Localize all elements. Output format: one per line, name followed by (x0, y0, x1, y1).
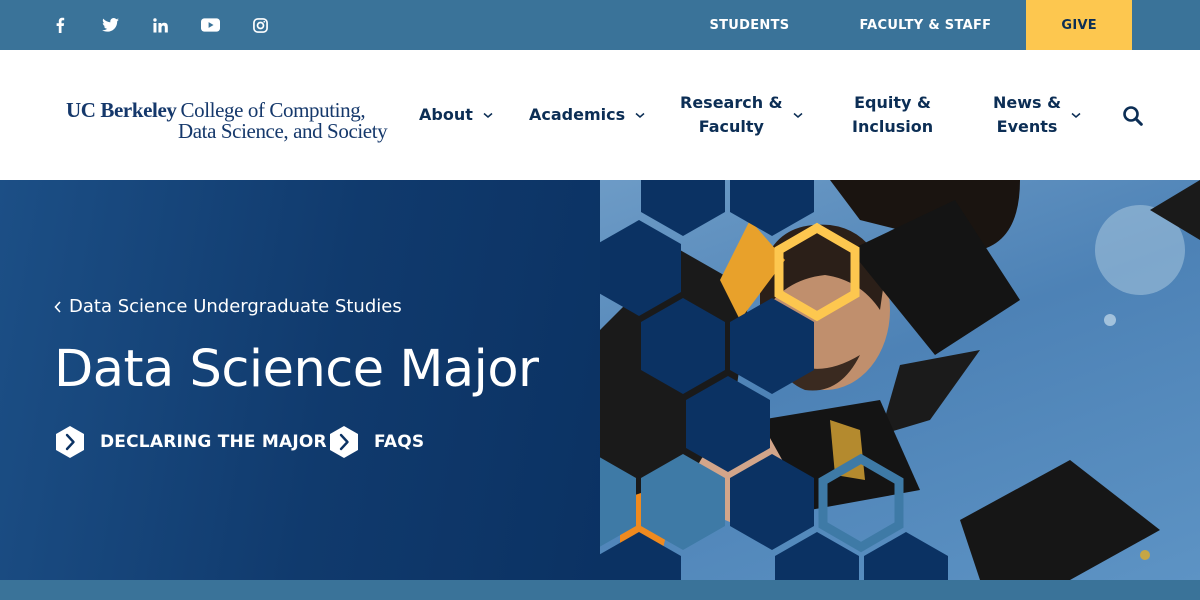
page-title: Data Science Major (54, 340, 539, 399)
chevron-down-icon (793, 112, 803, 119)
nav-news-events[interactable]: News & Events (993, 50, 1081, 180)
nav-research-label: Research & Faculty (680, 91, 783, 139)
nav-equity-label: Equity & Inclusion (852, 91, 933, 139)
nav-research-line2: Faculty (698, 117, 764, 136)
faqs-label: FAQS (374, 432, 425, 452)
nav-equity-line1: Equity & (854, 93, 931, 112)
faqs-link[interactable]: FAQS (328, 425, 424, 459)
linkedin-icon[interactable] (148, 13, 172, 37)
instagram-icon[interactable] (248, 13, 272, 37)
utility-bar: STUDENTS FACULTY & STAFF GIVE (0, 0, 1200, 50)
youtube-icon[interactable] (198, 13, 222, 37)
chevron-left-icon (54, 300, 61, 313)
twitter-icon[interactable] (98, 13, 122, 37)
graduates-photo-illustration (552, 180, 1200, 580)
site-header: UC Berkeley College of Computing, Data Sc… (0, 50, 1200, 180)
nav-equity-inclusion[interactable]: Equity & Inclusion (852, 50, 933, 180)
declaring-the-major-label: DECLARING THE MAJOR (100, 432, 327, 452)
search-icon[interactable] (1122, 105, 1144, 127)
nav-research-faculty[interactable]: Research & Faculty (680, 50, 803, 180)
breadcrumb[interactable]: Data Science Undergraduate Studies (54, 296, 402, 317)
faculty-staff-link[interactable]: FACULTY & STAFF (824, 0, 1026, 50)
section-divider (0, 580, 1200, 600)
main-nav: About Academics Research & Faculty Equity… (0, 50, 1200, 180)
students-link[interactable]: STUDENTS (674, 0, 824, 50)
utility-links: STUDENTS FACULTY & STAFF GIVE (674, 0, 1132, 50)
nav-about-label: About (419, 105, 473, 124)
social-links (48, 0, 298, 50)
nav-news-line1: News & (993, 93, 1062, 112)
give-button[interactable]: GIVE (1026, 0, 1132, 50)
declaring-the-major-link[interactable]: DECLARING THE MAJOR (54, 425, 327, 459)
chevron-down-icon (635, 112, 645, 119)
nav-about[interactable]: About (419, 50, 493, 180)
nav-news-label: News & Events (993, 91, 1061, 139)
chevron-down-icon (483, 112, 493, 119)
chevron-down-icon (1071, 112, 1081, 119)
breadcrumb-label: Data Science Undergraduate Studies (69, 296, 402, 317)
hero-banner: Data Science Undergraduate Studies Data … (0, 180, 1200, 580)
nav-research-line1: Research & (680, 93, 783, 112)
nav-equity-line2: Inclusion (852, 117, 934, 136)
chevron-right-icon (56, 426, 84, 458)
chevron-right-icon (330, 426, 358, 458)
nav-news-line2: Events (996, 117, 1058, 136)
hero-photo (552, 180, 1200, 580)
nav-academics-label: Academics (529, 105, 626, 124)
facebook-icon[interactable] (48, 13, 72, 37)
nav-academics[interactable]: Academics (529, 50, 645, 180)
